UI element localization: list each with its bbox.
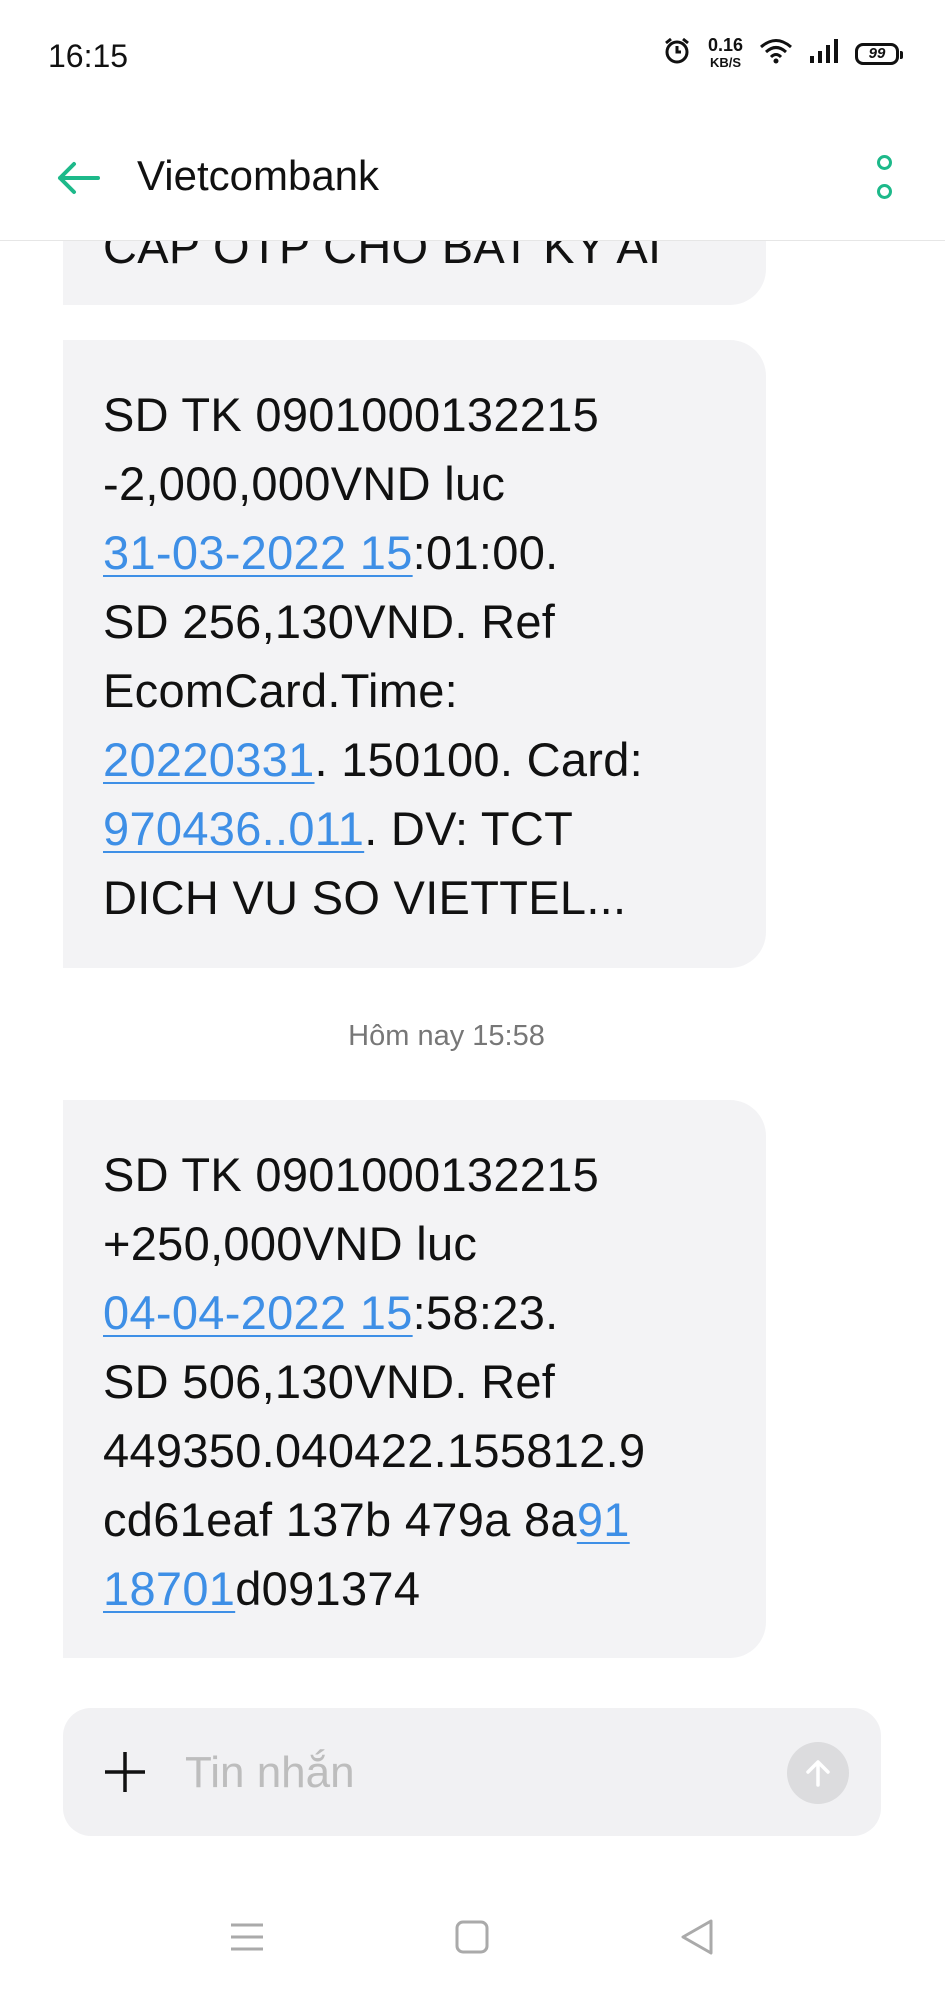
message-thread[interactable]: CAP OTP CHO BAT KY AI SD TK 090100013221… bbox=[0, 0, 945, 1995]
message-text: cd61eaf 137b 479a 8a bbox=[103, 1493, 577, 1546]
message-line: EcomCard.Time: bbox=[103, 656, 726, 725]
arrow-left-icon bbox=[58, 162, 100, 194]
back-button[interactable] bbox=[52, 152, 104, 204]
message-line: SD TK 0901000132215 bbox=[103, 380, 726, 449]
recent-apps-button[interactable] bbox=[220, 1910, 274, 1964]
message-text: . 150100. Card: bbox=[314, 733, 644, 786]
message-input[interactable] bbox=[183, 1734, 747, 1812]
date-divider: Hôm nay 15:58 bbox=[348, 1020, 545, 1052]
back-triangle-icon bbox=[681, 1919, 713, 1955]
message-line: SD 256,130VND. Ref bbox=[103, 587, 726, 656]
message-text: d091374 bbox=[235, 1562, 421, 1615]
message-composer bbox=[63, 1708, 881, 1836]
message-line: -2,000,000VND luc bbox=[103, 449, 726, 518]
send-arrow-up-icon bbox=[806, 1760, 830, 1787]
message-text: SD 256,130VND. Ref bbox=[103, 595, 556, 648]
conversation-title: Vietcombank bbox=[137, 152, 380, 199]
message-text: :58:23. bbox=[412, 1286, 559, 1339]
message-line: SD TK 0901000132215 bbox=[103, 1140, 726, 1209]
message-text: . DV: TCT bbox=[364, 802, 574, 855]
message-link[interactable]: 31-03-2022 15 bbox=[103, 526, 413, 579]
message-bubble[interactable]: SD TK 0901000132215 -2,000,000VND luc 31-0… bbox=[63, 340, 766, 968]
message-text: -2,000,000VND luc bbox=[103, 457, 506, 510]
message-text: EcomCard.Time: bbox=[103, 664, 459, 717]
message-line: 449350.040422.155812.9 bbox=[103, 1416, 726, 1485]
plus-icon bbox=[105, 1752, 145, 1792]
message-link[interactable]: 970436..011 bbox=[103, 802, 364, 855]
message-text: +250,000VND luc bbox=[103, 1217, 478, 1270]
message-line: 04-04-2022 15:58:23. bbox=[103, 1278, 726, 1347]
message-line: 31-03-2022 15:01:00. bbox=[103, 518, 726, 587]
message-line: 18701d091374 bbox=[103, 1554, 726, 1623]
message-link[interactable]: 91 bbox=[577, 1493, 630, 1546]
message-link[interactable]: 18701 bbox=[103, 1562, 235, 1615]
add-attachment-button[interactable] bbox=[101, 1748, 149, 1796]
more-vertical-icon bbox=[876, 155, 892, 170]
message-line: +250,000VND luc bbox=[103, 1209, 726, 1278]
message-text: SD TK 0901000132215 bbox=[103, 1148, 600, 1201]
back-nav-button[interactable] bbox=[670, 1910, 724, 1964]
message-line: cd61eaf 137b 479a 8a91 bbox=[103, 1485, 726, 1554]
message-line: SD 506,130VND. Ref bbox=[103, 1347, 726, 1416]
message-line: 20220331. 150100. Card: bbox=[103, 725, 726, 794]
message-link[interactable]: 04-04-2022 15 bbox=[103, 1286, 413, 1339]
message-text: SD TK 0901000132215 bbox=[103, 388, 600, 441]
system-nav-bar bbox=[0, 1880, 945, 1995]
home-square-icon bbox=[455, 1920, 489, 1954]
send-button[interactable] bbox=[787, 1742, 849, 1804]
home-button[interactable] bbox=[445, 1910, 499, 1964]
message-line: 970436..011. DV: TCT bbox=[103, 794, 726, 863]
message-link[interactable]: 20220331 bbox=[103, 733, 315, 786]
more-options-button[interactable] bbox=[869, 155, 899, 199]
menu-icon bbox=[231, 1923, 263, 1951]
message-line: DICH VU SO VIETTEL... bbox=[103, 863, 726, 932]
message-bubble[interactable]: SD TK 0901000132215 +250,000VND luc 04-04-… bbox=[63, 1100, 766, 1658]
message-text: SD 506,130VND. Ref bbox=[103, 1355, 556, 1408]
message-text: :01:00. bbox=[412, 526, 559, 579]
message-text: DICH VU SO VIETTEL... bbox=[103, 871, 627, 924]
app-bar: Vietcombank bbox=[0, 110, 945, 241]
message-text: 449350.040422.155812.9 bbox=[103, 1424, 646, 1477]
